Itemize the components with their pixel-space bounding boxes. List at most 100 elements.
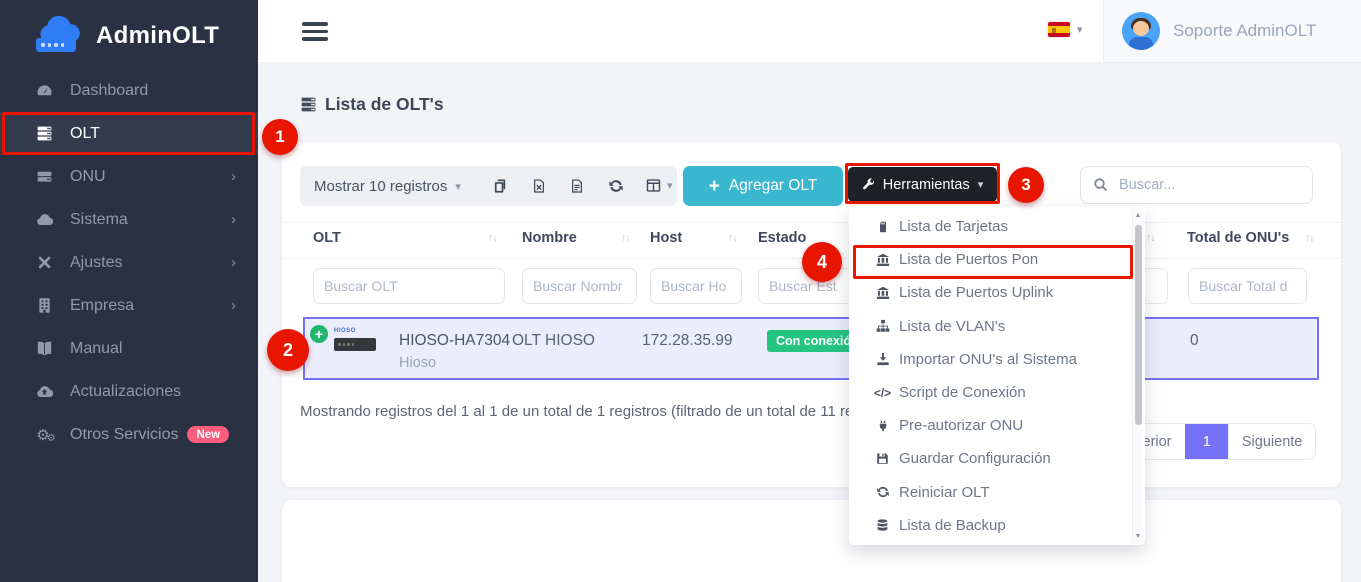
hamburger-menu-icon[interactable] (302, 22, 328, 45)
olt-list-card: Mostrar 10 registros▾ ▾ + A (282, 142, 1341, 487)
download-icon (875, 352, 890, 366)
menu-item-lista-vlans[interactable]: Lista de VLAN's (849, 310, 1145, 343)
expand-row-icon[interactable]: + (310, 325, 328, 343)
column-header-host[interactable]: Host (650, 230, 682, 246)
annotation-box-step4 (853, 245, 1133, 279)
scroll-up-icon[interactable]: ▲ (1133, 212, 1143, 219)
code-icon: </> (875, 386, 890, 400)
sidebar-item-actualizaciones[interactable]: Actualizaciones (0, 370, 258, 413)
building-icon (36, 297, 53, 314)
gauge-icon (36, 82, 53, 99)
table-row-selected[interactable]: + HIOSO HIOSO-HA7304 Hioso OLT HIOSO 172… (303, 317, 1319, 380)
server-icon (300, 96, 317, 113)
user-name: Soporte AdminOLT (1173, 21, 1316, 41)
show-entries-select[interactable]: Mostrar 10 registros▾ (314, 166, 461, 206)
filter-nombre (522, 268, 637, 304)
sidebar-item-ajustes[interactable]: Ajustes › (0, 241, 258, 284)
table-summary: Mostrando registros del 1 al 1 de un tot… (300, 403, 903, 420)
menu-item-lista-backup[interactable]: Lista de Backup (849, 509, 1145, 542)
agregar-olt-button[interactable]: + Agregar OLT (683, 166, 843, 206)
column-header-nombre[interactable]: Nombre (522, 230, 577, 246)
sidebar-item-otros-servicios[interactable]: ⚙⚙ Otros Servicios New (0, 413, 258, 456)
row-host: 172.28.35.99 (642, 332, 733, 350)
sidebar-item-label: Actualizaciones (70, 383, 181, 401)
secondary-card (282, 500, 1341, 582)
tools-icon (36, 254, 53, 271)
sidebar-item-dashboard[interactable]: Dashboard (0, 69, 258, 112)
sitemap-icon (875, 319, 890, 333)
chevron-right-icon: › (231, 168, 236, 185)
filter-host (650, 268, 742, 304)
menu-item-guardar-configuracion[interactable]: Guardar Configuración (849, 442, 1145, 475)
sd-card-icon (875, 220, 890, 234)
spain-flag-icon (1048, 22, 1070, 37)
save-icon (875, 452, 890, 465)
page-title: Lista de OLT's (300, 94, 444, 115)
sidebar-item-label: Dashboard (70, 82, 148, 100)
annotation-box-step1 (2, 112, 255, 155)
sidebar-item-label: Otros Servicios (70, 426, 178, 444)
sync-icon (875, 485, 890, 499)
table-search (1080, 166, 1313, 204)
dropdown-scrollbar[interactable]: ▲ ▼ (1132, 209, 1143, 543)
cloud-upload-icon (36, 383, 53, 400)
chevron-down-icon: ▾ (455, 180, 461, 193)
column-header-total-onus[interactable]: Total de ONU's (1187, 230, 1289, 246)
filter-total-onus (1188, 268, 1307, 304)
menu-item-script-conexion[interactable]: </> Script de Conexión (849, 376, 1145, 409)
plus-icon: + (709, 177, 720, 196)
scrollbar-thumb[interactable] (1135, 225, 1142, 425)
search-icon (1093, 177, 1108, 192)
scroll-down-icon[interactable]: ▼ (1133, 533, 1143, 540)
divider (282, 222, 1341, 223)
filter-total-onus-input[interactable] (1188, 268, 1307, 304)
column-header-estado[interactable]: Estado (758, 230, 806, 246)
annotation-step-1: 1 (262, 119, 298, 155)
menu-item-lista-puertos-uplink[interactable]: Lista de Puertos Uplink (849, 276, 1145, 309)
logo-cloud-router-icon (36, 14, 88, 58)
row-olt-model: HIOSO-HA7304 (399, 332, 510, 350)
annotation-step-4: 4 (802, 242, 842, 282)
row-total-onus: 0 (1190, 332, 1199, 350)
file-export-icon[interactable] (570, 178, 584, 194)
sort-icon[interactable]: ↑↓ (1305, 232, 1314, 244)
app-logo[interactable]: AdminOLT (36, 14, 219, 58)
sort-icon[interactable]: ↑↓ (1146, 232, 1155, 244)
topbar: ▾ Soporte AdminOLT (258, 0, 1361, 63)
new-badge: New (187, 426, 229, 443)
sort-icon[interactable]: ↑↓ (488, 232, 497, 244)
excel-export-icon[interactable] (532, 178, 546, 194)
book-icon (36, 340, 53, 357)
filter-nombre-input[interactable] (522, 268, 637, 304)
app-name: AdminOLT (96, 22, 219, 50)
sidebar-item-empresa[interactable]: Empresa › (0, 284, 258, 327)
copy-icon[interactable] (493, 178, 508, 194)
plug-icon (875, 419, 890, 433)
server-icon (36, 168, 53, 185)
refresh-icon[interactable] (608, 178, 624, 194)
sidebar-item-label: ONU (70, 168, 106, 186)
search-input[interactable] (1080, 166, 1313, 204)
language-selector[interactable]: ▾ (1048, 22, 1083, 37)
pagination-next[interactable]: Siguiente (1228, 424, 1315, 459)
sidebar-item-sistema[interactable]: Sistema › (0, 198, 258, 241)
filter-olt-input[interactable] (313, 268, 505, 304)
sidebar-item-label: Empresa (70, 297, 134, 315)
sidebar-item-onu[interactable]: ONU › (0, 155, 258, 198)
menu-item-reiniciar-olt[interactable]: Reiniciar OLT (849, 476, 1145, 509)
column-header-olt[interactable]: OLT (313, 230, 341, 246)
user-menu[interactable]: Soporte AdminOLT (1103, 0, 1361, 62)
sort-icon[interactable]: ↑↓ (621, 232, 630, 244)
menu-item-importar-onus[interactable]: Importar ONU's al Sistema (849, 343, 1145, 376)
sidebar-item-label: Manual (70, 340, 122, 358)
sidebar-item-manual[interactable]: Manual (0, 327, 258, 370)
menu-item-pre-autorizar-onu[interactable]: Pre-autorizar ONU (849, 409, 1145, 442)
filter-host-input[interactable] (650, 268, 742, 304)
pagination-page-1[interactable]: 1 (1185, 424, 1228, 459)
chevron-right-icon: › (231, 254, 236, 271)
sort-icon[interactable]: ↑↓ (728, 232, 737, 244)
annotation-step-3: 3 (1008, 167, 1044, 203)
annotation-box-step3 (845, 163, 1000, 204)
column-visibility-button[interactable]: ▾ (646, 178, 673, 193)
menu-item-lista-tarjetas[interactable]: Lista de Tarjetas (849, 210, 1145, 243)
